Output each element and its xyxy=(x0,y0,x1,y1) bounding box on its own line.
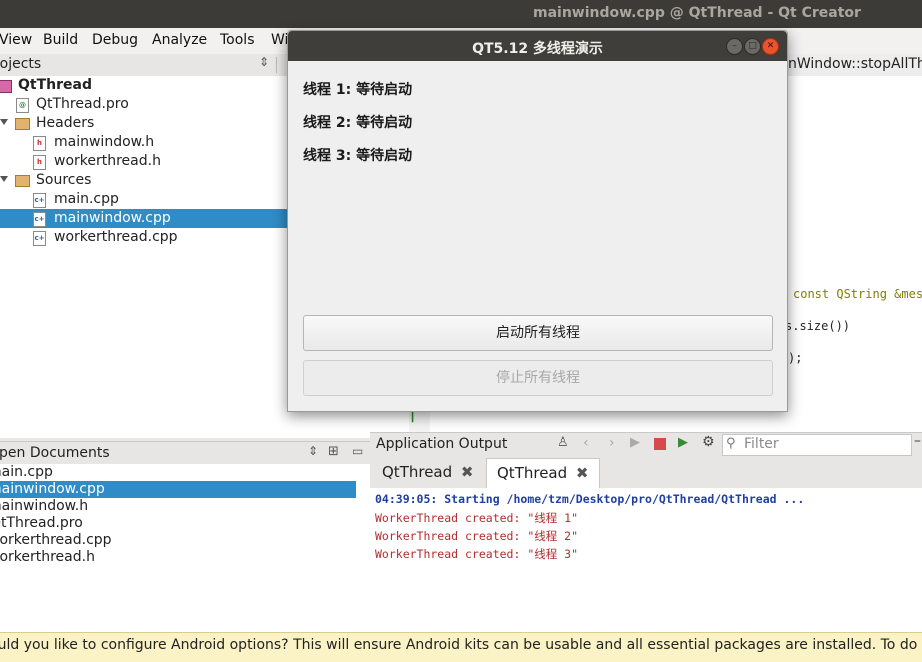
dialog-title-bar[interactable]: QT5.12 多线程演示 – □ ✕ xyxy=(288,31,787,61)
open-documents-title[interactable]: Open Documents xyxy=(0,445,110,461)
code-line: const QString &mes xyxy=(793,287,922,301)
filter-placeholder: Filter xyxy=(744,436,779,452)
tab-label: QtThread xyxy=(382,463,453,481)
folder-icon xyxy=(15,118,30,130)
filter-input[interactable]: ⚲ Filter xyxy=(722,434,912,456)
output-tab[interactable]: QtThread ✖ xyxy=(372,458,484,487)
output-line: 04:39:05: Starting /home/tzm/Desktop/pro… xyxy=(375,492,805,506)
close-panel-icon[interactable]: ▭ xyxy=(352,444,363,458)
tree-item-label: Headers xyxy=(36,115,95,131)
close-tab-icon[interactable]: ✖ xyxy=(461,463,474,481)
thread-3-status: 线程 3: 等待启动 xyxy=(303,148,413,164)
output-line: WorkerThread created: "线程 2" xyxy=(375,529,579,543)
output-line: WorkerThread created: "线程 3" xyxy=(375,547,579,561)
projects-title[interactable]: Projects xyxy=(0,56,41,72)
start-all-threads-button[interactable]: 启动所有线程 xyxy=(303,315,773,351)
tree-item-label: main.cpp xyxy=(54,191,119,207)
close-tab-icon[interactable]: ✖ xyxy=(576,464,589,482)
document-item[interactable]: main.cpp xyxy=(0,464,344,481)
cpp-file-icon: c+ xyxy=(33,193,46,208)
tab-label: QtThread xyxy=(497,464,568,482)
menu-window[interactable]: Wi xyxy=(271,32,288,48)
document-item-selected[interactable]: mainwindow.cpp xyxy=(0,481,356,498)
menu-build[interactable]: Build xyxy=(43,32,78,48)
tree-item-label: workerthread.h xyxy=(54,153,161,169)
run-icon[interactable]: ▶ xyxy=(630,435,640,450)
document-item[interactable]: workerthread.h xyxy=(0,549,344,566)
tree-item-label: mainwindow.h xyxy=(54,134,155,150)
expand-arrow-icon[interactable] xyxy=(0,119,8,125)
open-documents-list: main.cpp mainwindow.cpp mainwindow.h QtT… xyxy=(0,464,370,632)
code-line: ); xyxy=(788,351,803,365)
window-title-bar: mainwindow.cpp @ QtThread - Qt Creator xyxy=(0,0,922,28)
application-output-header: Application Output ♙ ‹ › ▶ ▶ ⚙ ⚲ Filter … xyxy=(370,432,922,457)
window-title: mainwindow.cpp @ QtThread - Qt Creator xyxy=(533,5,861,21)
header-file-icon: h xyxy=(33,136,46,151)
output-console[interactable]: 04:39:05: Starting /home/tzm/Desktop/pro… xyxy=(370,488,922,632)
header-file-icon: h xyxy=(33,155,46,170)
sort-updown-icon[interactable]: ⇕ xyxy=(308,444,318,458)
thread-demo-dialog: QT5.12 多线程演示 – □ ✕ 线程 1: 等待启动 线程 2: 等待启动… xyxy=(287,30,788,412)
application-output-title: Application Output xyxy=(376,436,508,452)
stop-all-threads-button[interactable]: 停止所有线程 xyxy=(303,360,773,396)
tree-item-label: mainwindow.cpp xyxy=(54,210,171,226)
android-config-info-bar: Would you like to configure Android opti… xyxy=(0,632,922,662)
debug-run-icon[interactable]: ▶ xyxy=(678,435,688,450)
thread-2-status: 线程 2: 等待启动 xyxy=(303,115,413,131)
prev-icon[interactable]: ‹ xyxy=(583,435,589,451)
tree-item-label: workerthread.cpp xyxy=(54,229,178,245)
document-item-label: mainwindow.cpp xyxy=(0,481,105,497)
dialog-title: QT5.12 多线程演示 xyxy=(472,41,603,57)
output-tab-active[interactable]: QtThread ✖ xyxy=(486,458,600,488)
function-name: nWindow::stopAllTh xyxy=(788,56,922,72)
project-icon xyxy=(0,80,12,93)
editor-function-combo[interactable]: nWindow::stopAllTh xyxy=(786,54,922,76)
next-icon[interactable]: › xyxy=(609,435,615,451)
menu-tools[interactable]: Tools xyxy=(220,32,255,48)
tree-item-label: QtThread xyxy=(18,77,92,93)
thread-1-status: 线程 1: 等待启动 xyxy=(303,82,413,98)
output-tabs: QtThread ✖ QtThread ✖ xyxy=(370,456,922,489)
expand-arrow-icon[interactable] xyxy=(0,176,8,182)
clean-icon[interactable]: ♙ xyxy=(557,435,569,450)
search-icon: ⚲ xyxy=(726,436,736,451)
cpp-file-icon: c+ xyxy=(33,231,46,246)
stop-icon[interactable] xyxy=(654,438,666,450)
close-icon[interactable]: ✕ xyxy=(762,38,779,55)
pro-file-icon: @ xyxy=(16,98,29,113)
menu-analyze[interactable]: Analyze xyxy=(152,32,207,48)
menu-debug[interactable]: Debug xyxy=(92,32,138,48)
menu-view[interactable]: View xyxy=(0,32,32,48)
settings-gear-icon[interactable]: ⚙ xyxy=(702,434,715,450)
code-line: s.size()) xyxy=(785,319,851,333)
info-bar-text: Would you like to configure Android opti… xyxy=(0,637,922,653)
divider xyxy=(276,57,277,73)
document-item[interactable]: QtThread.pro xyxy=(0,515,346,532)
document-item[interactable]: mainwindow.h xyxy=(0,498,344,515)
tree-item-label: Sources xyxy=(36,172,92,188)
projects-header: Projects ⇕ xyxy=(0,54,286,77)
maximize-icon[interactable]: □ xyxy=(744,38,761,55)
document-item[interactable]: workerthread.cpp xyxy=(0,532,344,549)
cpp-file-icon: c+ xyxy=(33,212,46,227)
minimize-icon[interactable]: – xyxy=(726,38,743,55)
open-documents-header: Open Documents ⇕ ⊞ ▭ xyxy=(0,441,370,465)
output-line: WorkerThread created: "线程 1" xyxy=(375,511,579,525)
split-icon[interactable]: ⊞ xyxy=(328,444,339,459)
folder-icon xyxy=(15,175,30,187)
tree-item-label: QtThread.pro xyxy=(36,96,129,112)
sort-updown-icon[interactable]: ⇕ xyxy=(259,55,269,69)
minimize-panel-icon[interactable]: – xyxy=(914,433,921,449)
